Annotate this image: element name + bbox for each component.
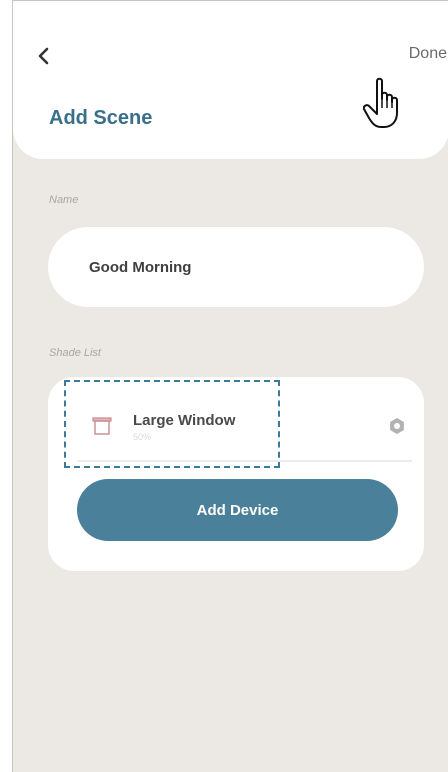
- device-row-large-window[interactable]: Large Window 50%: [78, 377, 412, 462]
- shade-list-card: Large Window 50% Add Device: [48, 377, 424, 571]
- device-status: 50%: [133, 432, 152, 442]
- device-name: Large Window: [133, 412, 236, 429]
- done-button[interactable]: Done: [409, 45, 447, 63]
- app-screen: Done Add Scene Name Shade List Large Win…: [12, 0, 448, 772]
- hand-pointer-icon: [363, 77, 398, 128]
- gear-icon[interactable]: [388, 417, 406, 435]
- name-section-label: Name: [49, 194, 79, 206]
- window-shade-icon: [92, 417, 112, 435]
- add-device-button[interactable]: Add Device: [77, 479, 398, 541]
- shade-list-label: Shade List: [49, 347, 101, 359]
- chevron-left-icon[interactable]: [35, 47, 53, 65]
- scene-name-input[interactable]: [48, 227, 424, 307]
- row-divider: [78, 460, 412, 462]
- page-title: Add Scene: [49, 107, 153, 129]
